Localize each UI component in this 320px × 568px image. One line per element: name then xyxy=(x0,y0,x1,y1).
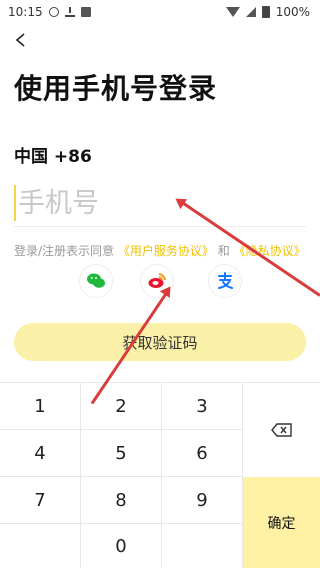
wechat-icon xyxy=(87,273,105,288)
alipay-icon xyxy=(218,272,233,289)
key-2[interactable]: 2 xyxy=(81,383,162,430)
google-notification-icon xyxy=(48,7,59,17)
text-cursor xyxy=(14,185,16,221)
status-time: 10:15 xyxy=(8,5,43,19)
agreement-and: 和 xyxy=(217,244,230,258)
get-verification-code-button[interactable]: 获取验证码 xyxy=(14,323,306,361)
key-0[interactable]: 0 xyxy=(81,524,162,568)
key-6[interactable]: 6 xyxy=(162,430,243,477)
keyboard-empty-right xyxy=(162,524,243,568)
page-title: 使用手机号登录 xyxy=(14,72,218,105)
key-7[interactable]: 7 xyxy=(0,477,81,524)
country-code-selector[interactable]: 中国 +86 xyxy=(14,142,92,167)
battery-icon xyxy=(261,6,270,18)
login-screen: 10:15 100% 使用手机号登录 中国 +86 登录/注册表示同意 《用户服… xyxy=(0,0,320,568)
keyboard-empty-left xyxy=(0,524,81,568)
back-arrow-icon[interactable] xyxy=(14,33,28,47)
confirm-key[interactable]: 确定 xyxy=(243,477,320,568)
alipay-login-button[interactable] xyxy=(208,264,242,298)
agreement-prefix: 登录/注册表示同意 xyxy=(14,244,115,258)
key-4[interactable]: 4 xyxy=(0,430,81,477)
backspace-icon xyxy=(270,423,292,437)
key-9[interactable]: 9 xyxy=(162,477,243,524)
key-5[interactable]: 5 xyxy=(81,430,162,477)
signal-icon xyxy=(245,7,256,17)
status-right: 100% xyxy=(225,5,310,19)
battery-percentage: 100% xyxy=(275,5,310,19)
phone-field-container xyxy=(14,181,306,227)
key-8[interactable]: 8 xyxy=(81,477,162,524)
backspace-key[interactable] xyxy=(243,383,320,477)
wifi-icon xyxy=(225,7,240,17)
app-notification-icon xyxy=(80,7,91,17)
user-agreement-link[interactable]: 《用户服务协议》 xyxy=(118,244,214,258)
status-bar: 10:15 100% xyxy=(0,0,320,24)
wechat-login-button[interactable] xyxy=(79,264,113,298)
key-1[interactable]: 1 xyxy=(0,383,81,430)
download-notification-icon xyxy=(64,7,75,17)
key-3[interactable]: 3 xyxy=(162,383,243,430)
status-left: 10:15 xyxy=(8,5,91,19)
phone-number-input[interactable] xyxy=(18,185,298,221)
numeric-keyboard: 1 2 3 4 5 6 7 8 9 0 确定 xyxy=(0,382,320,568)
